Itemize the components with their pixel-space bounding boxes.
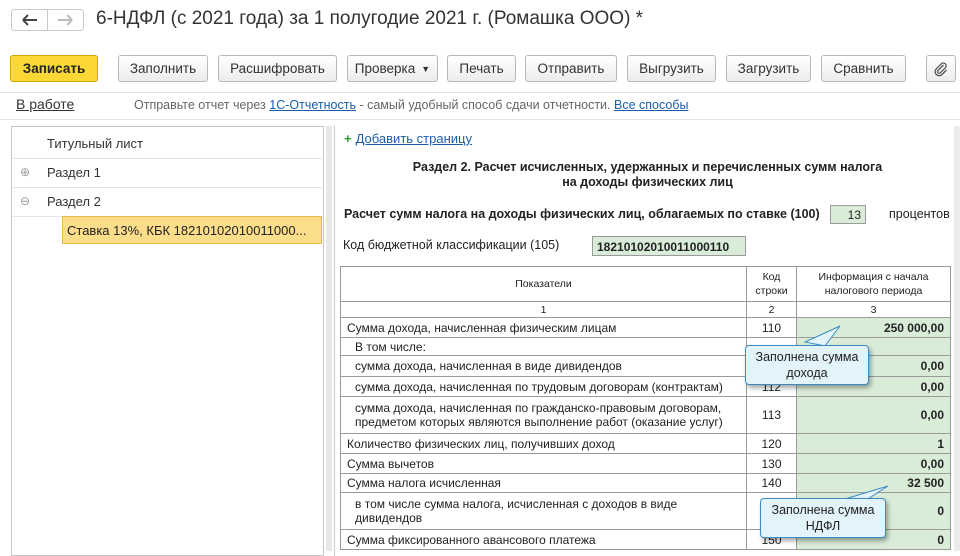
row-label: Сумма фиксированного авансового платежа [340,529,747,550]
paperclip-icon [934,61,947,76]
tree-item-rate-13[interactable]: Ставка 13%, КБК 18210102010011000... [62,216,322,244]
table-number-row: 1 2 3 [340,301,951,318]
print-button[interactable]: Печать [447,55,516,82]
back-button[interactable] [11,9,48,31]
attach-button[interactable] [926,55,956,82]
tree-item-label: Титульный лист [47,136,144,151]
header-info-line-1: Информация с начала [818,271,929,283]
header-info-line-2: налогового периода [824,285,923,297]
section-title-line-1: Раздел 2. Расчет исчисленных, удержанных… [412,160,883,174]
row-value[interactable]: 0,00 [796,396,951,434]
1c-reporting-link[interactable]: 1С-Отчетность [269,98,356,112]
callout-tax-filled: Заполнена сумма НДФЛ [760,498,886,538]
table-row: Сумма вычетов 130 0,00 [340,453,951,474]
callout-income-line-1: Заполнена сумма [755,350,859,364]
callout-income-filled: Заполнена сумма дохода [745,345,869,385]
table-row: Количество физических лиц, получивших до… [340,433,951,454]
kbk-field[interactable]: 18210102010011000110 [592,236,746,256]
header-code: Код строки [746,266,797,302]
panel-divider[interactable] [334,126,335,556]
tree-item-section-2[interactable]: ⊖ Раздел 2 [13,187,322,217]
rate-field[interactable]: 13 [830,205,866,224]
add-page-label: Добавить страницу [355,131,472,146]
tree-scrollbar[interactable] [326,126,332,551]
arrow-left-icon [22,14,37,26]
forward-button[interactable] [47,9,84,31]
row-label: Сумма вычетов [340,453,747,474]
column-number: 2 [746,301,797,318]
row-label: В том числе: [340,337,747,356]
row-label: Количество физических лиц, получивших до… [340,433,747,454]
check-button-label: Проверка [354,61,416,76]
check-button[interactable]: Проверка ▼ [347,55,438,82]
chevron-down-icon: ▼ [421,63,431,74]
column-number: 1 [340,301,747,318]
document-state-link[interactable]: В работе [16,96,74,112]
row-label: в том числе сумма налога, исчисленная с … [340,492,747,530]
tree-item-title-page[interactable]: Титульный лист [13,129,322,159]
fill-button[interactable]: Заполнить [118,55,208,82]
header-code-line-2: строки [755,285,788,297]
tree-item-section-1[interactable]: ⊕ Раздел 1 [13,158,322,188]
decode-button[interactable]: Расшифровать [218,55,337,82]
collapse-minus-icon[interactable]: ⊖ [20,194,30,208]
section-title: Раздел 2. Расчет исчисленных, удержанных… [380,160,915,190]
row-label: сумма дохода, начисленная по трудовым до… [340,376,747,397]
rate-label: Расчет сумм налога на доходы физических … [344,207,820,221]
promo-prefix: Отправьте отчет через [134,98,270,112]
tree-item-label: Раздел 2 [47,194,101,209]
section-title-line-2: на доходы физических лиц [562,175,733,189]
table-row: сумма дохода, начисленная по гражданско-… [340,396,951,434]
callout-income-line-2: дохода [786,366,828,380]
row-value[interactable]: 0,00 [796,453,951,474]
expand-plus-icon[interactable]: ⊕ [20,165,30,179]
row-code: 120 [746,433,797,454]
callout-tax-line-2: НДФЛ [805,519,841,533]
row-label: Сумма дохода, начисленная физическим лиц… [340,317,747,338]
header-indicator: Показатели [340,266,747,302]
table-header-row: Показатели Код строки Информация с начала… [340,266,951,302]
row-value[interactable]: 1 [796,433,951,454]
window-title: 6-НДФЛ (с 2021 года) за 1 полугодие 2021… [96,8,644,29]
save-button[interactable]: Записать [10,55,98,82]
sections-tree: Титульный лист ⊕ Раздел 1 ⊖ Раздел 2 Ста… [11,126,324,556]
column-number: 3 [796,301,951,318]
form-scrollbar[interactable] [954,126,960,551]
row-label: сумма дохода, начисленная в виде дивиден… [340,355,747,377]
row-code: 130 [746,453,797,474]
tree-item-label: Раздел 1 [47,165,101,180]
row-label: сумма дохода, начисленная по гражданско-… [340,396,747,434]
compare-button[interactable]: Сравнить [821,55,906,82]
rate-unit-label: процентов [889,207,950,221]
header-code-line-1: Код [762,271,781,283]
row-label: Сумма налога исчисленная [340,473,747,493]
import-button[interactable]: Загрузить [726,55,811,82]
export-button[interactable]: Выгрузить [627,55,716,82]
promo-middle: - самый удобный способ сдачи отчетности. [355,98,614,112]
promo-text: Отправьте отчет через 1С-Отчетность - са… [134,98,688,112]
header-info: Информация с начала налогового периода [796,266,951,302]
row-code: 113 [746,396,797,434]
all-methods-link[interactable]: Все способы [614,98,688,112]
send-button[interactable]: Отправить [525,55,617,82]
add-page-link[interactable]: + Добавить страницу [344,131,472,146]
kbk-label: Код бюджетной классификации (105) [343,238,560,252]
callout-tax-line-1: Заполнена сумма [771,503,875,517]
arrow-right-icon [58,14,73,26]
plus-icon: + [344,131,352,146]
